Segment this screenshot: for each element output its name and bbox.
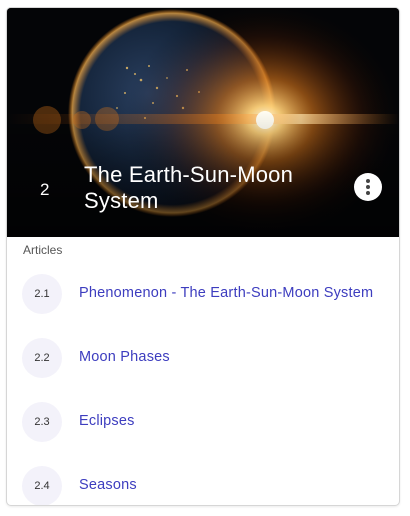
articles-section-label: Articles [23, 243, 63, 257]
vertical-dots-icon [366, 185, 370, 189]
article-number-badge: 2.2 [22, 338, 62, 378]
article-number-badge: 2.3 [22, 402, 62, 442]
more-options-button[interactable] [354, 173, 382, 201]
article-link[interactable]: Moon Phases [79, 349, 170, 365]
unit-hero-image[interactable]: 2 The Earth-Sun-Moon System [7, 8, 399, 237]
unit-title[interactable]: The Earth-Sun-Moon System [84, 162, 334, 214]
vertical-dots-icon [366, 191, 370, 195]
article-item[interactable]: 2.3 Eclipses [22, 402, 392, 444]
article-link[interactable]: Eclipses [79, 413, 135, 429]
article-number-badge: 2.4 [22, 466, 62, 505]
article-item[interactable]: 2.1 Phenomenon - The Earth-Sun-Moon Syst… [22, 274, 392, 316]
article-link[interactable]: Seasons [79, 477, 137, 493]
article-item[interactable]: 2.2 Moon Phases [22, 338, 392, 380]
unit-card: 2 The Earth-Sun-Moon System Articles 2.1… [6, 7, 400, 506]
article-link[interactable]: Phenomenon - The Earth-Sun-Moon System [79, 285, 373, 301]
vertical-dots-icon [366, 179, 370, 183]
article-number-badge: 2.1 [22, 274, 62, 314]
unit-number: 2 [40, 180, 50, 199]
article-item[interactable]: 2.4 Seasons [22, 466, 392, 505]
